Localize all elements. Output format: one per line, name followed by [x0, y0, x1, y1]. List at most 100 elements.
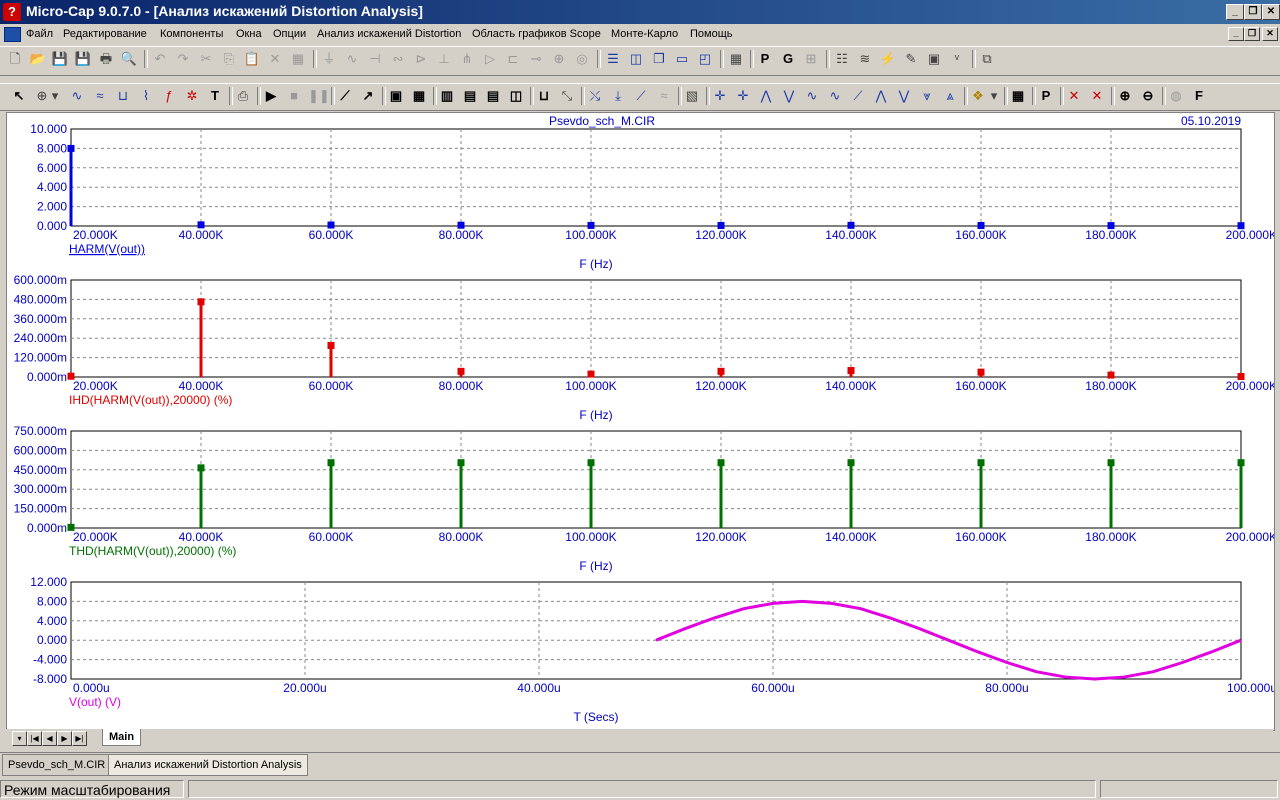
next-page-icon[interactable]: ▶	[57, 731, 72, 746]
vt-icon[interactable]: ᵛ	[948, 50, 966, 68]
tile-vertical-icon[interactable]: ◫	[627, 50, 645, 68]
scale-icon-1[interactable]: ∿	[68, 87, 86, 105]
pause-icon[interactable]: ❚❚	[308, 87, 330, 105]
properties-icon[interactable]: ⎙	[234, 87, 252, 105]
plot-window[interactable]: Psevdo_sch_M.CIR 05.10.2019 10.000 8.000 6…	[6, 112, 1277, 731]
menu-edit[interactable]: Редактирование	[63, 28, 147, 40]
low-icon[interactable]: ∿	[826, 87, 844, 105]
undo-icon[interactable]: ↶	[151, 50, 169, 68]
print-preview-icon[interactable]: 🔍	[120, 50, 138, 68]
global-low-icon[interactable]: ⋁	[895, 87, 913, 105]
select-all-icon[interactable]: ▦	[289, 50, 307, 68]
calculator-icon[interactable]: ▦	[727, 50, 745, 68]
peak-icon[interactable]: ⤯	[586, 87, 604, 105]
globe-icon[interactable]: ◍	[1167, 87, 1185, 105]
menu-scope[interactable]: Область графиков Scope	[472, 28, 601, 40]
inductor-icon[interactable]: ∾	[389, 50, 407, 68]
font-icon[interactable]: F	[1190, 87, 1208, 105]
delete-icon[interactable]: ✕	[266, 50, 284, 68]
mdi-close-button[interactable]: ✕	[1262, 27, 1278, 41]
cut-icon[interactable]: ✂	[197, 50, 215, 68]
select-mode-icon[interactable]: ⊕	[33, 87, 51, 105]
zoom-in-icon[interactable]: ⊕	[1116, 87, 1134, 105]
inflection-icon[interactable]: ⟋	[849, 87, 867, 105]
tag-icon-2[interactable]: ✕	[1088, 87, 1106, 105]
peak-find-icon[interactable]: ⋀	[757, 87, 775, 105]
maximize-button[interactable]: ❐	[1244, 4, 1262, 20]
menu-file[interactable]: Файл	[26, 28, 53, 40]
line-icon[interactable]: ⟋	[336, 87, 354, 105]
tab-main[interactable]: Main	[102, 729, 142, 746]
valley-find-icon[interactable]: ⋁	[780, 87, 798, 105]
menu-components[interactable]: Компоненты	[160, 28, 223, 40]
grid-rows-icon[interactable]: ▤	[461, 87, 479, 105]
new-file-icon[interactable]: 🗋	[6, 50, 24, 68]
top-icon[interactable]: ⩔	[918, 87, 936, 105]
pointer-icon[interactable]: ↖	[10, 87, 28, 105]
global-high-icon[interactable]: ⋀	[872, 87, 890, 105]
arrow-line-icon[interactable]: ↗	[359, 87, 377, 105]
save-icon[interactable]: 💾	[51, 50, 69, 68]
battery-icon[interactable]: ⊥	[435, 50, 453, 68]
menu-distortion[interactable]: Анализ искажений Distortion	[317, 28, 461, 40]
pen-icon[interactable]: ✎	[902, 50, 920, 68]
opamp-icon[interactable]: ▷	[481, 50, 499, 68]
redo-icon[interactable]: ↷	[174, 50, 192, 68]
source-icon[interactable]: ⊕	[550, 50, 568, 68]
stop-icon[interactable]: ■	[285, 87, 303, 105]
waveform-icon[interactable]: ≋	[856, 50, 874, 68]
prev-point-icon[interactable]: ✛	[734, 87, 752, 105]
plot-canvas[interactable]: Psevdo_sch_M.CIR 05.10.2019 10.000 8.000 6…	[7, 113, 1277, 730]
prev-page-icon[interactable]: ◀	[42, 731, 57, 746]
minimize-button[interactable]: _	[1226, 4, 1244, 20]
ground-icon[interactable]: ⏚	[320, 50, 338, 68]
grid-icon[interactable]: ⊞	[802, 50, 820, 68]
grid-fine-icon[interactable]: ▥	[438, 87, 456, 105]
grid-table-icon[interactable]: ▦	[410, 87, 428, 105]
scale-icon-4[interactable]: ⌇	[137, 87, 155, 105]
window-icon[interactable]: ▭	[673, 50, 691, 68]
menu-windows[interactable]: Окна	[236, 28, 262, 40]
scale-icon-3[interactable]: ⊔	[114, 87, 132, 105]
mdi-minimize-button[interactable]: _	[1228, 27, 1244, 41]
chart-icon[interactable]: ▧	[683, 87, 701, 105]
p-tag-icon[interactable]: P	[1037, 87, 1055, 105]
menu-options[interactable]: Опции	[273, 28, 306, 40]
table-icon[interactable]: ▦	[1009, 87, 1027, 105]
dropdown-arrow-icon[interactable]: ▾	[989, 87, 999, 105]
tab-schematic[interactable]: Psevdo_sch_M.CIR	[2, 754, 112, 776]
scale-icon-2[interactable]: ≈	[91, 87, 109, 105]
menu-help[interactable]: Помощь	[690, 28, 733, 40]
print-icon[interactable]: 🖶	[97, 50, 115, 68]
capacitor-icon[interactable]: ⊣	[366, 50, 384, 68]
annotation-icon[interactable]: ✲	[183, 87, 201, 105]
diode-icon[interactable]: ⊳	[412, 50, 430, 68]
wire-icon[interactable]: ⊸	[527, 50, 545, 68]
window-split-icon[interactable]: ◰	[696, 50, 714, 68]
fo-icon[interactable]: ƒ	[160, 87, 178, 105]
mdi-restore-button[interactable]: ❐	[1244, 27, 1260, 41]
g-icon[interactable]: G	[779, 50, 797, 68]
text-icon[interactable]: T	[206, 87, 224, 105]
tab-distortion-analysis[interactable]: Анализ искажений Distortion Analysis	[108, 754, 308, 776]
component-icon[interactable]: ◎	[573, 50, 591, 68]
menu-monte-carlo[interactable]: Монте-Карло	[611, 28, 678, 40]
valley-icon[interactable]: ⤓	[609, 87, 627, 105]
first-page-icon[interactable]: |◀	[27, 731, 42, 746]
p-icon[interactable]: P	[756, 50, 774, 68]
transistor-icon[interactable]: ⋔	[458, 50, 476, 68]
run-icon[interactable]: ▶	[262, 87, 280, 105]
grid-cells-icon[interactable]: ◫	[507, 87, 525, 105]
last-page-icon[interactable]: ▶|	[72, 731, 87, 746]
bottom-icon[interactable]: ⩓	[941, 87, 959, 105]
cascade-icon[interactable]: ❐	[650, 50, 668, 68]
grid-cols-icon[interactable]: ▤	[484, 87, 502, 105]
cursor-icon[interactable]: ⤡	[558, 87, 576, 105]
high-icon[interactable]: ∿	[803, 87, 821, 105]
tag-icon-1[interactable]: ✕	[1065, 87, 1083, 105]
switch-icon[interactable]: ⊏	[504, 50, 522, 68]
frame-icon[interactable]: ▣	[387, 87, 405, 105]
baseline-icon[interactable]: ⊔	[535, 87, 553, 105]
paste-icon[interactable]: 📋	[243, 50, 261, 68]
dropdown-arrow-icon[interactable]: ▾	[50, 87, 60, 105]
